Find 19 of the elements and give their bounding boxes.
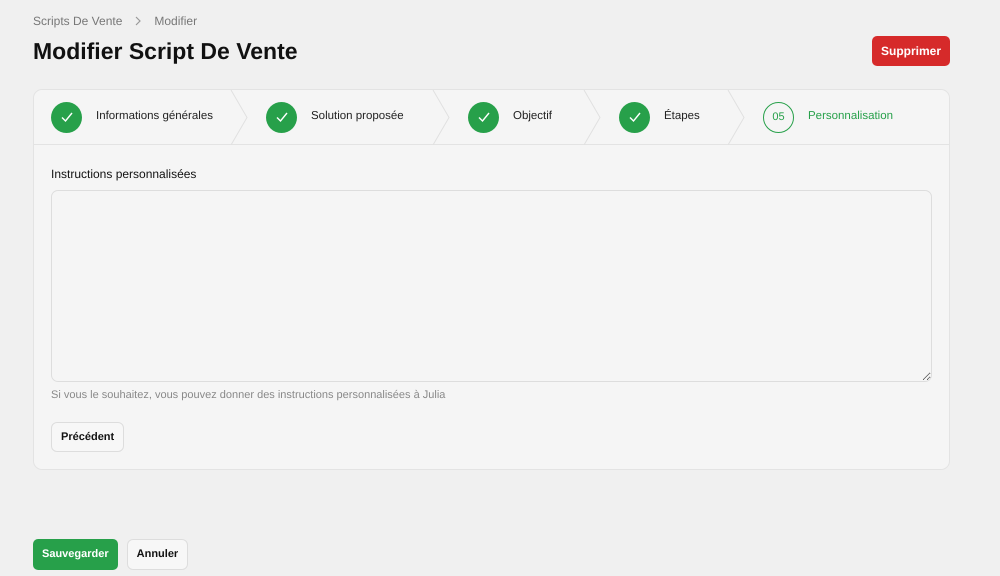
step-tab[interactable]: Objectif — [451, 90, 582, 144]
field-label: Instructions personnalisées — [51, 166, 198, 183]
step-tab[interactable]: Étapes — [602, 90, 726, 144]
breadcrumb-link[interactable]: Scripts De Vente — [33, 12, 122, 30]
check-icon — [619, 102, 650, 132]
previous-button[interactable]: Précédent — [51, 422, 124, 452]
delete-button[interactable]: Supprimer — [872, 36, 950, 66]
check-icon — [266, 102, 297, 132]
page-title: Modifier Script De Vente — [33, 38, 298, 66]
step-tab[interactable]: Solution proposée — [249, 90, 431, 144]
breadcrumb-link[interactable]: Modifier — [154, 12, 198, 30]
step-number: 05 — [763, 102, 794, 132]
check-icon — [51, 102, 82, 132]
step-tab[interactable]: Informations générales — [34, 90, 229, 144]
text-area[interactable] — [51, 190, 932, 382]
help-text: Si vous le souhaitez, vous pouvez donner des instructions personnalisées à Julia — [51, 388, 446, 403]
cancel-button[interactable]: Annuler — [126, 539, 188, 570]
check-icon — [468, 102, 499, 132]
chevron-icon — [134, 16, 142, 26]
